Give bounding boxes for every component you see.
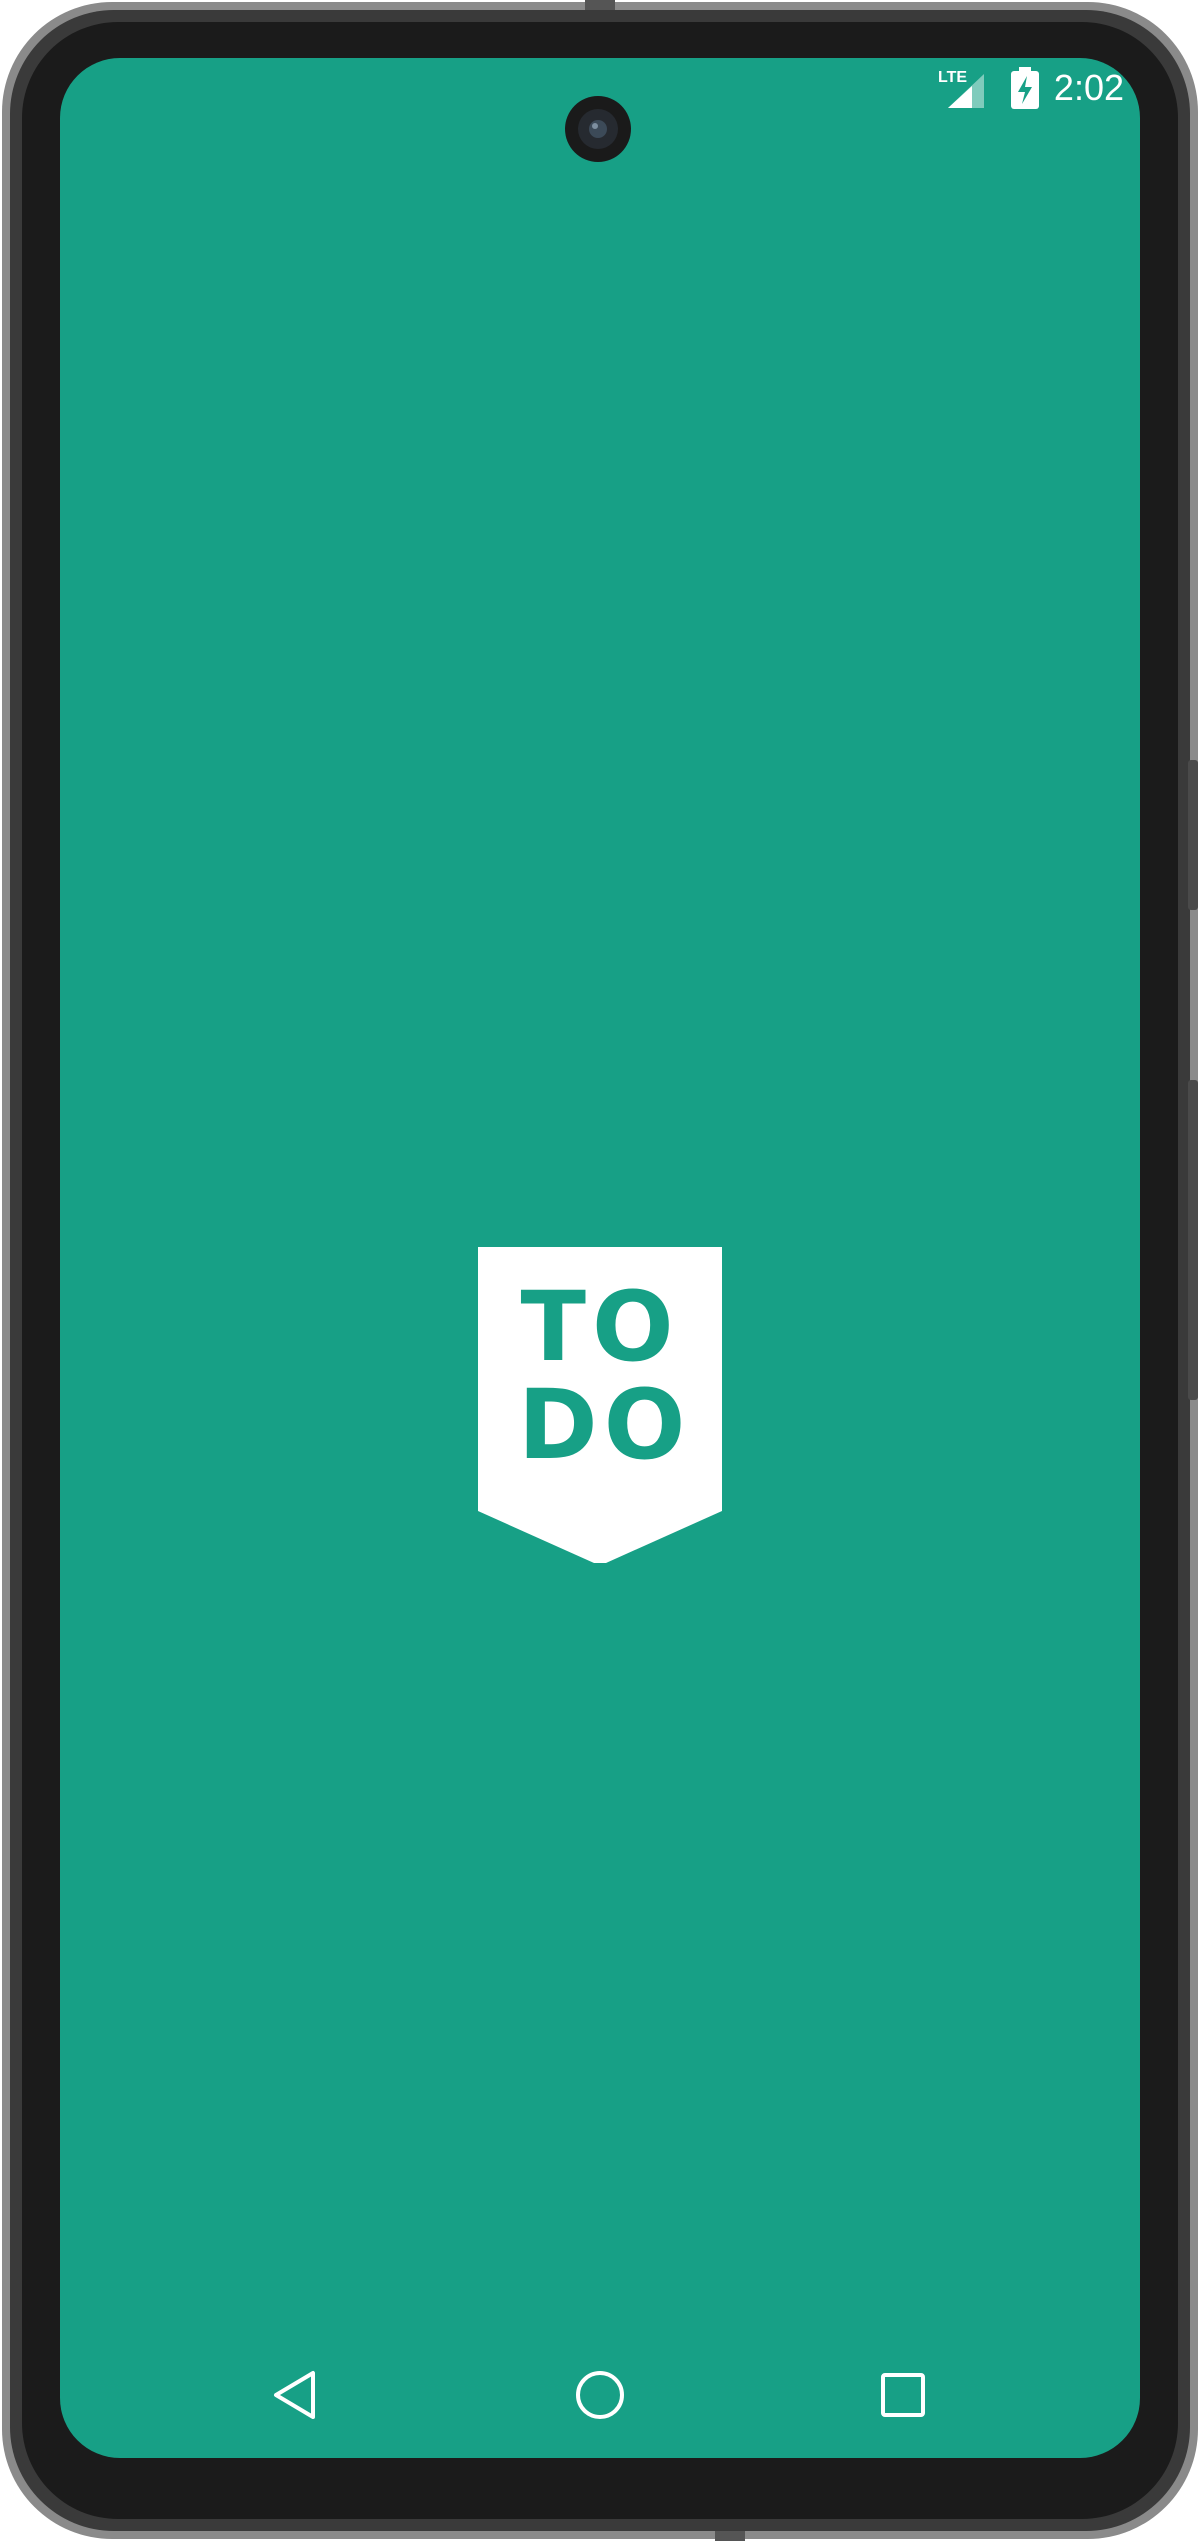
recents-button[interactable] <box>868 2360 938 2430</box>
logo-line-to: TO <box>520 1271 680 1383</box>
logo-text: TO DO <box>478 1247 722 1565</box>
status-time: 2:02 <box>1053 67 1124 108</box>
status-icons: LTE 2:02 <box>938 66 1124 110</box>
lte-signal-icon: LTE <box>938 69 984 108</box>
status-bar: LTE 2:02 <box>60 60 1140 120</box>
logo-line-do: DO <box>518 1369 692 1481</box>
back-button[interactable] <box>260 2360 330 2430</box>
circle-home-icon <box>576 2371 624 2419</box>
todo-logo: TO DO <box>478 1247 722 1565</box>
svg-text:LTE: LTE <box>938 69 967 86</box>
triangle-back-icon <box>274 2371 315 2419</box>
square-recents-icon <box>881 2373 925 2417</box>
home-button[interactable] <box>565 2360 635 2430</box>
navigation-bar <box>60 2330 1140 2460</box>
battery-charging-icon <box>1010 67 1039 109</box>
